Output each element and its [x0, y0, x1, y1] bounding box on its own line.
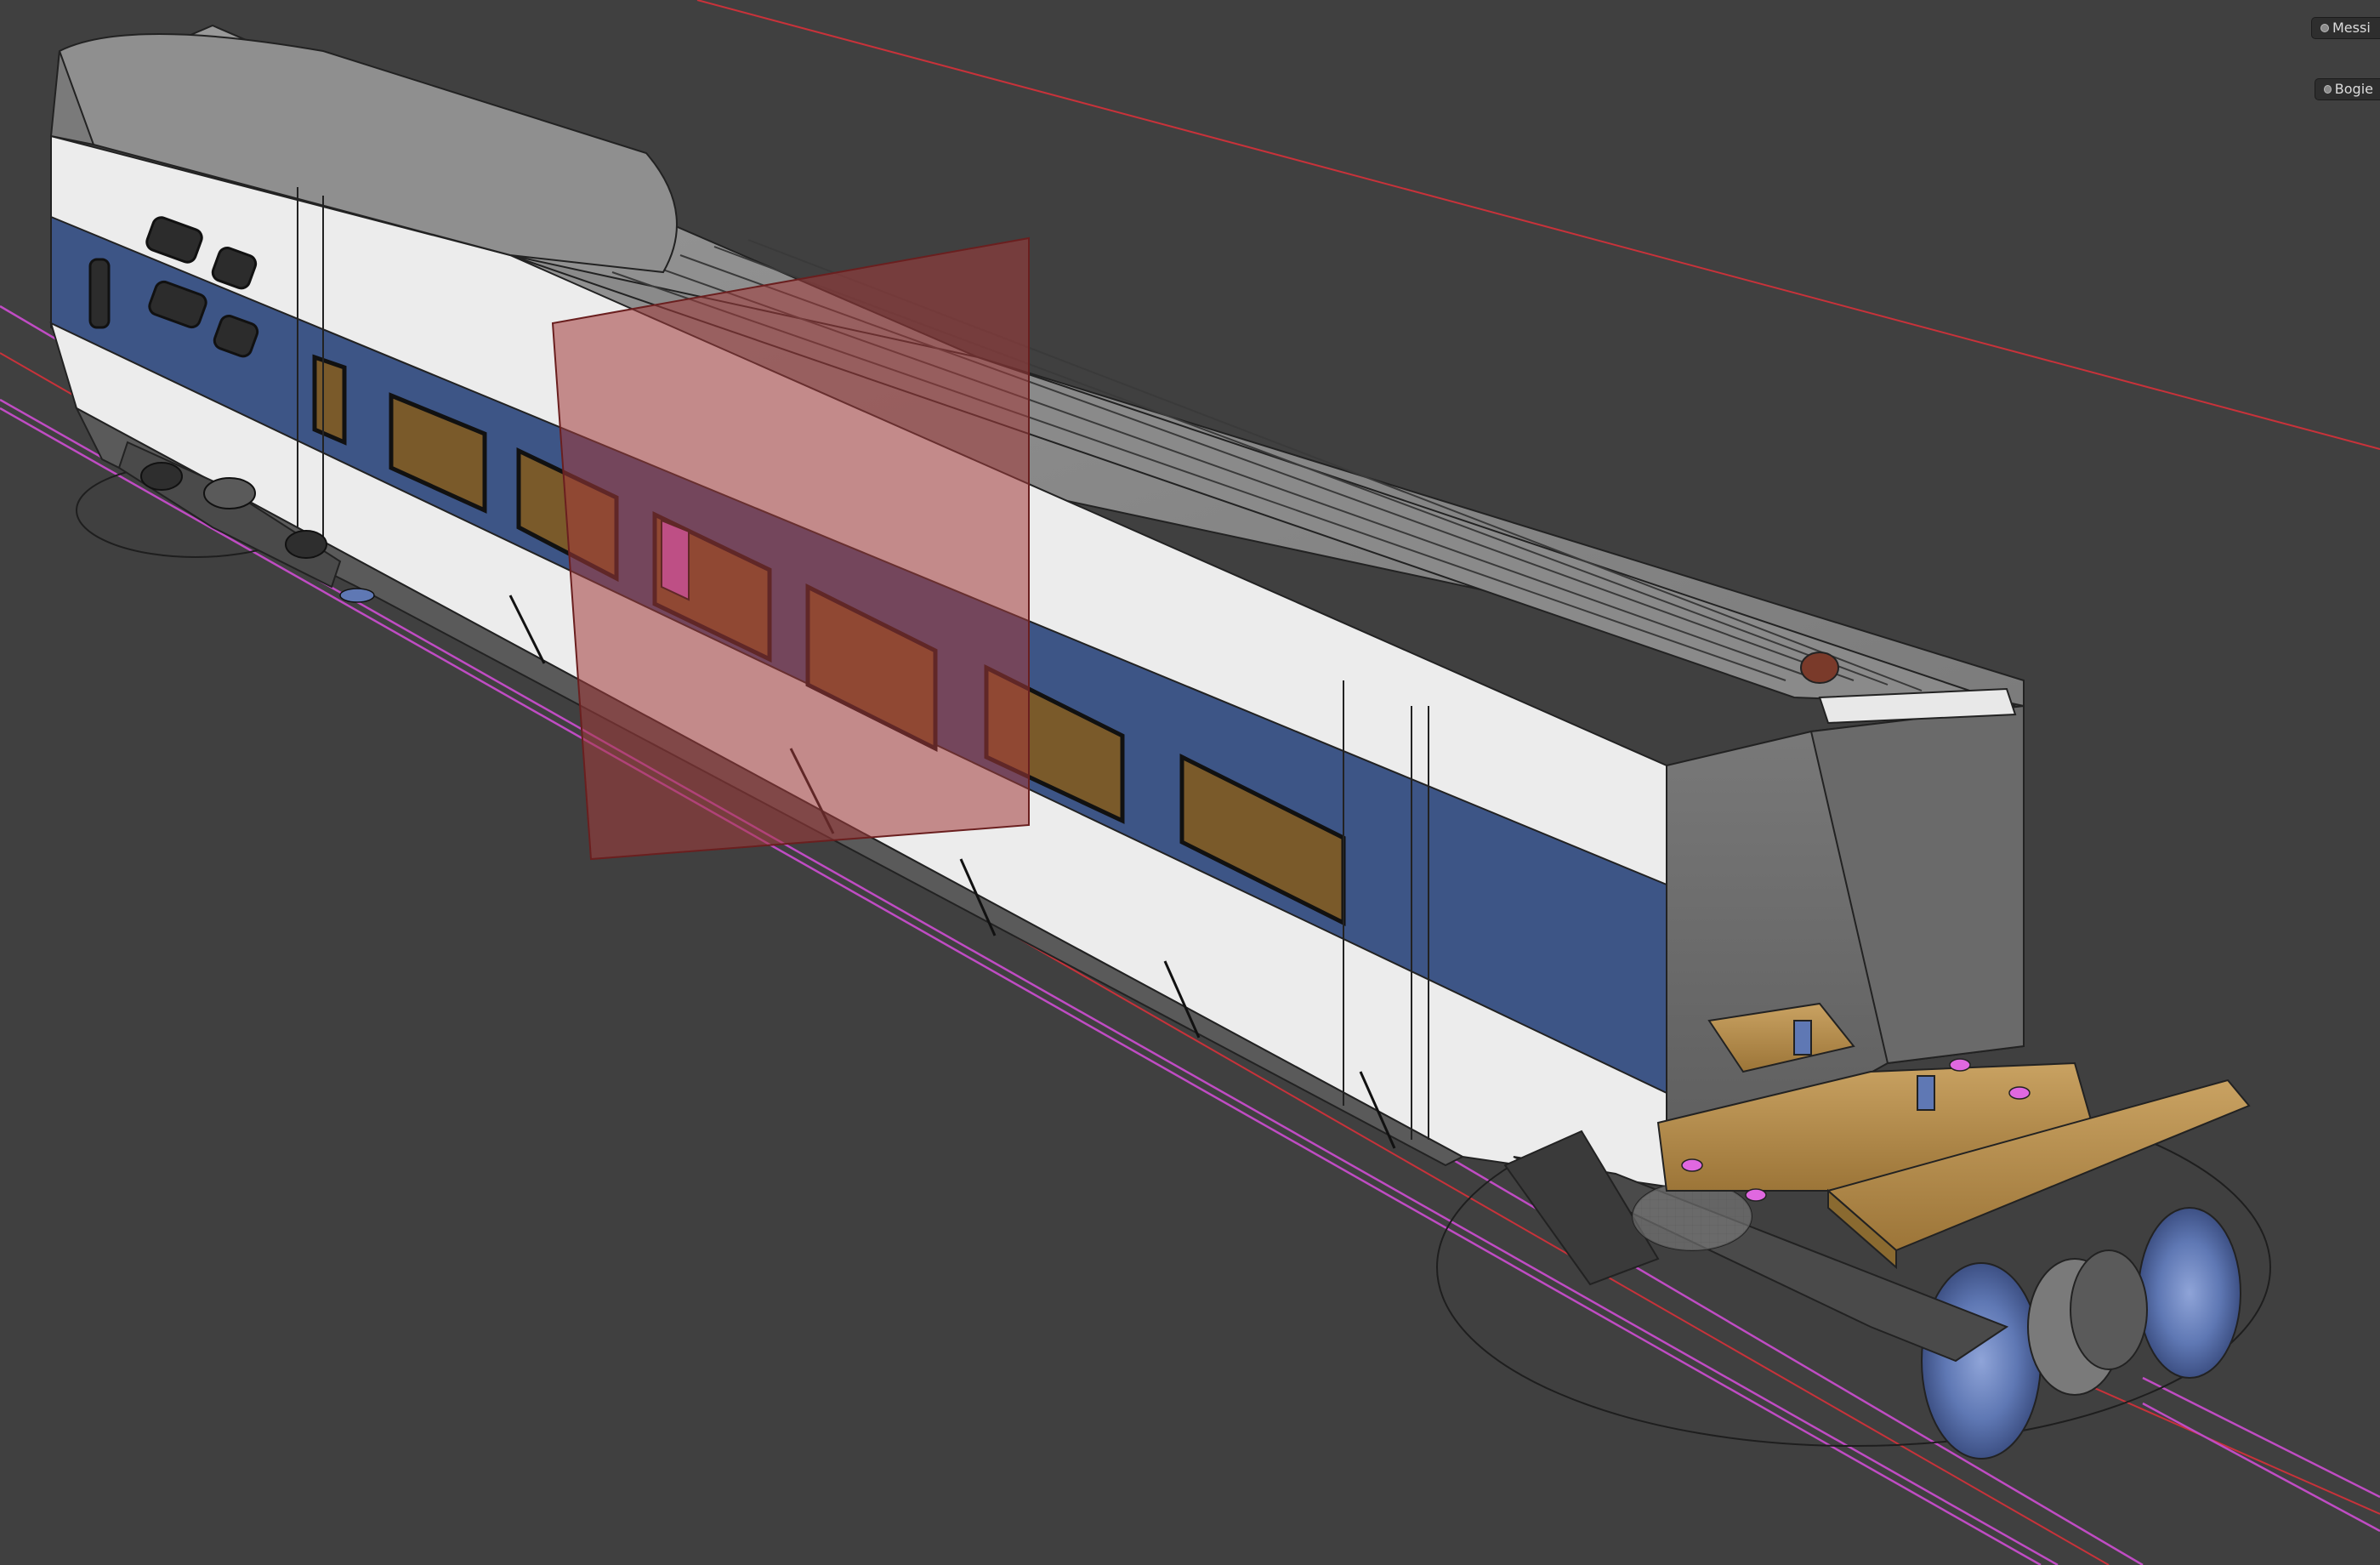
object-dot-icon: [2320, 24, 2329, 32]
scene-canvas[interactable]: [0, 0, 2380, 1565]
coupler-hose-icon: [1800, 652, 1839, 684]
3d-viewport[interactable]: Messi Bogie: [0, 0, 2380, 1565]
object-tag-bogie[interactable]: Bogie: [2315, 78, 2380, 100]
object-dot-icon: [2324, 85, 2332, 94]
section-plane[interactable]: [551, 236, 1030, 861]
object-tag-label: Bogie: [2334, 81, 2373, 97]
object-tag-label: Messi: [2332, 20, 2371, 36]
object-tag-messing[interactable]: Messi: [2311, 17, 2380, 39]
